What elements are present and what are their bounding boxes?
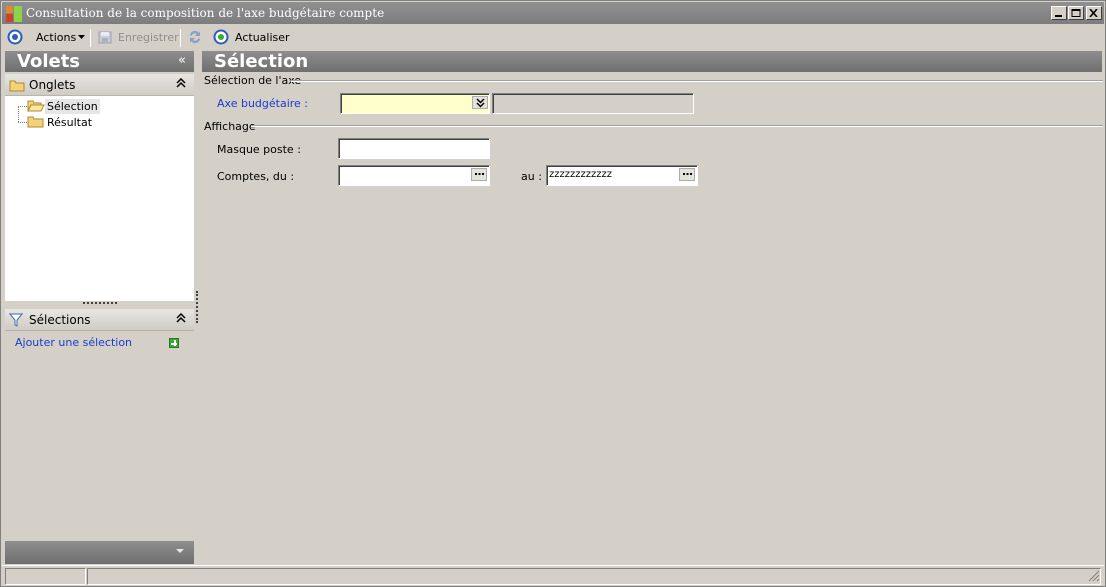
app-window: Consultation de la composition de l'axe … xyxy=(0,0,1106,587)
app-logo-icon xyxy=(6,6,22,22)
toolbar-separator xyxy=(90,29,91,47)
add-selection-link[interactable]: Ajouter une sélection xyxy=(15,336,132,349)
axe-description-field xyxy=(492,93,694,114)
filter-funnel-icon xyxy=(9,313,23,327)
tree-line xyxy=(18,122,27,123)
axe-budgetaire-combobox[interactable] xyxy=(340,93,490,114)
tree-item-label: Sélection xyxy=(45,98,100,114)
vertical-splitter[interactable] xyxy=(196,291,198,323)
masque-poste-input[interactable] xyxy=(338,138,490,159)
collapse-up-icon xyxy=(176,313,186,323)
refresh-icon xyxy=(213,29,229,45)
tree-line xyxy=(18,106,27,107)
main-header: Sélection xyxy=(202,51,1102,72)
comptes-du-label: Comptes, du : xyxy=(217,170,295,183)
comptes-to-input[interactable]: zzzzzzzzzzzz xyxy=(546,165,698,186)
tree-item-resultat[interactable]: Résultat xyxy=(27,114,94,130)
status-bar xyxy=(2,565,1104,585)
refresh-button[interactable]: Actualiser xyxy=(213,27,290,47)
volets-title: Volets xyxy=(17,51,81,72)
dropdown-button[interactable] xyxy=(472,96,488,109)
ellipsis-icon xyxy=(475,173,484,175)
actions-circle-icon[interactable] xyxy=(7,27,23,47)
save-label: Enregistrer xyxy=(118,30,179,44)
dropdown-arrow-icon xyxy=(78,35,86,39)
selections-title: Sélections xyxy=(29,313,91,327)
sync-icon[interactable] xyxy=(187,27,203,47)
minimize-button[interactable] xyxy=(1051,6,1067,20)
toolbar-separator xyxy=(180,29,181,47)
actions-menu-button[interactable]: Actions xyxy=(36,27,87,47)
horizontal-splitter[interactable] xyxy=(5,301,194,307)
title-bar[interactable]: Consultation de la composition de l'axe … xyxy=(2,2,1104,24)
group-divider xyxy=(291,80,1103,82)
add-plus-icon[interactable] xyxy=(169,338,179,348)
comptes-from-input[interactable] xyxy=(338,165,490,186)
comptes-to-value: zzzzzzzzzzzz xyxy=(549,169,612,180)
maximize-button[interactable] xyxy=(1068,6,1084,20)
status-cell xyxy=(5,568,86,585)
display-group-label: Affichage xyxy=(204,120,256,133)
onglets-title: Onglets xyxy=(29,78,76,92)
toolbar: Actions Enregistrer Actualiser xyxy=(2,25,1104,49)
refresh-label: Actualiser xyxy=(235,30,290,44)
resize-grip-icon[interactable] xyxy=(1088,570,1100,582)
actions-label: Actions xyxy=(36,30,77,44)
minimize-icon xyxy=(1055,15,1062,17)
window-title: Consultation de la composition de l'axe … xyxy=(26,6,385,20)
double-chevron-down-icon xyxy=(476,98,485,108)
maximize-icon xyxy=(1071,9,1081,17)
tree-item-label: Résultat xyxy=(47,115,93,129)
save-button[interactable]: Enregistrer xyxy=(97,27,179,47)
close-button[interactable] xyxy=(1086,6,1102,20)
folder-open-icon xyxy=(27,100,45,112)
folder-icon xyxy=(27,116,44,128)
save-icon xyxy=(98,31,112,44)
close-icon xyxy=(1089,9,1098,17)
group-divider xyxy=(251,125,1103,127)
ellipsis-icon xyxy=(683,173,692,175)
volets-header: Volets « xyxy=(5,51,194,72)
masque-poste-label: Masque poste : xyxy=(217,143,301,156)
browse-button[interactable] xyxy=(471,168,487,181)
tree-line xyxy=(18,106,19,122)
axis-group-label: Sélection de l'axe xyxy=(204,74,302,87)
tabs-tree: Sélection Résultat xyxy=(5,96,194,301)
selections-section-header[interactable]: Sélections xyxy=(5,309,194,331)
status-cell xyxy=(87,568,1101,585)
browse-button[interactable] xyxy=(679,168,695,181)
collapse-up-icon xyxy=(176,78,186,88)
collapse-panel-icon[interactable]: « xyxy=(178,53,186,68)
tree-item-selection[interactable]: Sélection xyxy=(27,98,100,114)
folder-icon xyxy=(9,80,25,92)
onglets-section-header[interactable]: Onglets xyxy=(5,74,194,96)
panel-bottom-bar[interactable] xyxy=(5,541,194,564)
page-title: Sélection xyxy=(214,51,309,72)
au-label: au : xyxy=(521,170,542,183)
chevron-down-icon xyxy=(176,549,184,553)
axe-budgetaire-label: Axe budgétaire : xyxy=(217,97,309,110)
